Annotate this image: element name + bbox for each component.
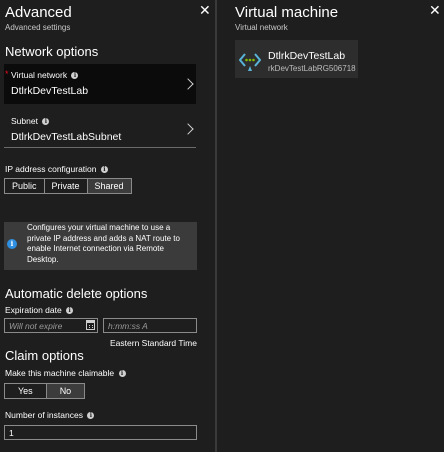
info-icon: i bbox=[7, 239, 17, 249]
virtual-network-tile[interactable]: DtlrkDevTestLab rkDevTestLabRG506718 bbox=[235, 40, 358, 78]
info-icon[interactable]: i bbox=[42, 118, 50, 125]
calendar-icon[interactable] bbox=[86, 320, 95, 330]
expiration-date-label: Expiration date bbox=[5, 305, 62, 315]
claim-options-heading: Claim options bbox=[5, 348, 84, 363]
expiration-time-placeholder: h:mm:ss A bbox=[108, 321, 148, 331]
instances-input[interactable]: 1 bbox=[4, 425, 197, 440]
ip-config-label: IP address configuration bbox=[5, 164, 97, 174]
ip-config-toggle: Public Private Shared bbox=[4, 178, 132, 194]
ip-shared-option[interactable]: Shared bbox=[87, 179, 131, 193]
subnet-selector[interactable]: Subnet i DtlrkDevTestLabSubnet bbox=[4, 110, 196, 148]
virtual-network-selector[interactable]: * Virtual network i DtlrkDevTestLab bbox=[4, 64, 196, 104]
claimable-toggle: Yes No bbox=[4, 383, 86, 399]
ip-public-option[interactable]: Public bbox=[5, 179, 45, 193]
close-icon[interactable]: ✕ bbox=[429, 3, 441, 17]
blade-title: Advanced bbox=[5, 4, 72, 21]
vnet-name: DtlrkDevTestLab bbox=[268, 50, 346, 62]
info-box-text: Configures your virtual machine to use a… bbox=[27, 223, 180, 264]
subnet-value: DtlrkDevTestLabSubnet bbox=[11, 131, 122, 143]
expiration-date-input[interactable]: Will not expire bbox=[4, 318, 98, 333]
blade-title: Virtual machine bbox=[235, 4, 339, 21]
close-icon[interactable]: ✕ bbox=[199, 3, 211, 17]
info-icon[interactable]: i bbox=[100, 166, 108, 173]
ip-private-option[interactable]: Private bbox=[44, 179, 88, 193]
virtual-network-value: DtlrkDevTestLab bbox=[11, 85, 89, 97]
timezone-label: Eastern Standard Time bbox=[110, 338, 197, 348]
blade-subtitle: Virtual network bbox=[235, 23, 288, 32]
required-marker: * bbox=[5, 69, 9, 79]
virtual-network-label: Virtual network bbox=[11, 70, 68, 80]
network-options-heading: Network options bbox=[5, 44, 99, 59]
subnet-label: Subnet bbox=[11, 116, 38, 126]
instances-label: Number of instances bbox=[5, 410, 83, 420]
info-icon[interactable]: i bbox=[71, 72, 79, 79]
auto-delete-heading: Automatic delete options bbox=[5, 286, 148, 301]
info-icon[interactable]: i bbox=[118, 370, 126, 377]
expiration-time-input[interactable]: h:mm:ss A bbox=[103, 318, 197, 333]
blade-subtitle: Advanced settings bbox=[5, 23, 71, 32]
chevron-right-icon bbox=[182, 122, 194, 135]
virtual-machine-blade: Virtual machine Virtual network ✕ DtlrkD… bbox=[217, 0, 444, 452]
advanced-blade: Advanced Advanced settings ✕ Network opt… bbox=[0, 0, 215, 452]
virtual-network-icon bbox=[239, 53, 261, 71]
info-icon[interactable]: i bbox=[87, 412, 95, 419]
claimable-label: Make this machine claimable bbox=[5, 368, 115, 378]
chevron-right-icon bbox=[182, 78, 194, 90]
vnet-resource-group: rkDevTestLabRG506718 bbox=[268, 64, 356, 73]
expiration-date-placeholder: Will not expire bbox=[9, 321, 63, 331]
claim-no-option[interactable]: No bbox=[46, 384, 85, 398]
info-icon[interactable]: i bbox=[66, 307, 74, 314]
info-box: i Configures your virtual machine to use… bbox=[4, 222, 197, 270]
claim-yes-option[interactable]: Yes bbox=[5, 384, 47, 398]
